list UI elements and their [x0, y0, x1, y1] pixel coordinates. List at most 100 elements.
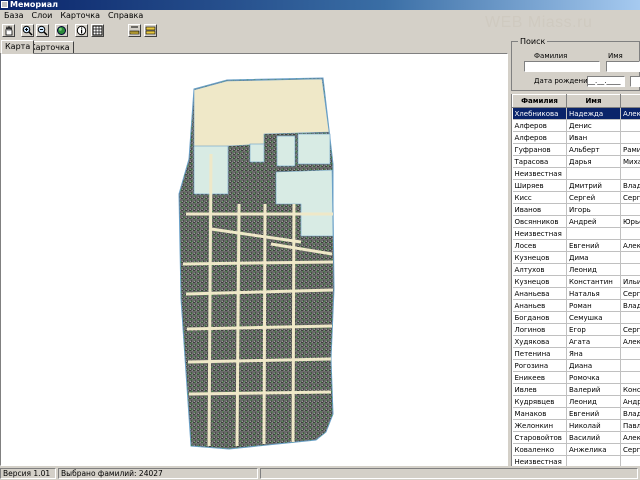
status-selected-count: Выбрано фамилий: 24027	[58, 468, 258, 479]
cell-patronymic	[620, 347, 640, 360]
title-bar: Мемориал	[0, 0, 640, 10]
menu-item-help[interactable]: Справка	[104, 11, 147, 20]
surname-field[interactable]	[524, 61, 600, 72]
table-row[interactable]: Кузнецов Дима	[512, 251, 640, 264]
measure-button[interactable]	[128, 24, 141, 37]
cell-patronymic: Рами	[620, 143, 640, 156]
column-header-surname[interactable]: Фамилия	[512, 94, 567, 108]
cell-patronymic: Алек	[620, 107, 640, 120]
cell-surname: Петенина	[512, 347, 567, 360]
table-row[interactable]: Кудрявцев Леонид Андр	[512, 395, 640, 408]
globe-icon	[57, 26, 66, 35]
table-row[interactable]: Алферов Иван	[512, 131, 640, 144]
column-header-patronymic[interactable]: От	[620, 94, 640, 108]
cell-surname: Кисс	[512, 191, 567, 204]
cell-name: Дарья	[566, 155, 621, 168]
grid-button[interactable]	[91, 24, 104, 37]
cell-name	[566, 455, 621, 466]
cell-patronymic	[620, 167, 640, 180]
table-row[interactable]: Богданов Семушка	[512, 311, 640, 324]
pan-button[interactable]	[2, 24, 15, 37]
cell-surname: Кузнецов	[512, 275, 567, 288]
table-row[interactable]: Лосев Евгений Алек	[512, 239, 640, 252]
window-title: Мемориал	[10, 0, 59, 9]
zoom-in-button[interactable]	[21, 24, 34, 37]
map-pane[interactable]	[0, 53, 508, 466]
table-row[interactable]: Петенина Яна	[512, 347, 640, 360]
birthdate-label: Дата рождения	[534, 77, 592, 85]
cell-surname: Рогозина	[512, 359, 567, 372]
table-row[interactable]: Ивлев Валерий Конс	[512, 383, 640, 396]
cell-patronymic: Алек	[620, 431, 640, 444]
menu-item-base[interactable]: База	[0, 11, 28, 20]
cell-name: Альберт	[566, 143, 621, 156]
cell-name: Агата	[566, 335, 621, 348]
search-group-label: Поиск	[518, 37, 548, 46]
table-row[interactable]: Старовойтов Василий Алек	[512, 431, 640, 444]
cell-name: Денис	[566, 119, 621, 132]
layers-button[interactable]	[144, 24, 157, 37]
table-row[interactable]: Ананьев Роман Влад	[512, 299, 640, 312]
table-row[interactable]: КоваленкоАнжеликаСерге	[512, 443, 640, 456]
cell-name: Леонид	[566, 263, 621, 276]
birthdate-field[interactable]: __.__.____	[587, 76, 625, 87]
birthdate-extra-field[interactable]	[630, 76, 640, 87]
table-row[interactable]: Манаков Евгений Влад	[512, 407, 640, 420]
table-row[interactable]: Алтухов Леонид	[512, 263, 640, 276]
cell-surname: Коваленко	[512, 443, 567, 456]
table-row[interactable]: Неизвестная	[512, 167, 640, 180]
grid-icon	[92, 25, 103, 36]
cell-surname: Неизвестная	[512, 167, 567, 180]
table-row[interactable]: КиссСергейСерге	[512, 191, 640, 204]
cell-name: Евгений	[566, 407, 621, 420]
zoom-out-button[interactable]	[36, 24, 49, 37]
table-row[interactable]: Рогозина Диана	[512, 359, 640, 372]
menu-item-card[interactable]: Карточка	[56, 11, 104, 20]
cell-surname: Желонкин	[512, 419, 567, 432]
results-grid[interactable]: Фамилия Имя От ХлебниковаНадеждаАлекАлфе…	[511, 94, 640, 466]
full-extent-button[interactable]	[55, 24, 68, 37]
table-row[interactable]: Еникеев Ромочка	[512, 371, 640, 384]
table-row[interactable]: Неизвестная	[512, 455, 640, 466]
table-row[interactable]: Худякова Агата Алек	[512, 335, 640, 348]
cell-patronymic: Андр	[620, 395, 640, 408]
cell-patronymic: Серге	[620, 323, 640, 336]
table-row[interactable]: Кузнецов Константин Ильи	[512, 275, 640, 288]
table-row[interactable]: Гуфранов Альберт Рами	[512, 143, 640, 156]
cell-name: Наталья	[566, 287, 621, 300]
table-row[interactable]: Хлебникова Надежда Алек	[512, 107, 640, 120]
table-row[interactable]: Неизвестная	[512, 227, 640, 240]
menu-item-layers[interactable]: Слои	[28, 11, 57, 20]
table-row[interactable]: Ширяев Дмитрий Влад	[512, 179, 640, 192]
table-row[interactable]: АнаньеваНатальяСерге	[512, 287, 640, 300]
cell-surname: Тарасова	[512, 155, 567, 168]
table-row[interactable]: ЛогиновЕгорСерге	[512, 323, 640, 336]
cell-name	[566, 167, 621, 180]
cell-patronymic: Серге	[620, 443, 640, 456]
zone-b	[276, 135, 296, 167]
info-button[interactable]	[75, 24, 88, 37]
cell-name: Андрей	[566, 215, 621, 228]
column-header-name[interactable]: Имя	[566, 94, 621, 108]
table-body: Хлебникова Надежда Алек Алферов Денис Алферов…	[512, 107, 640, 466]
table-row[interactable]: ТарасоваДарьяМиха	[512, 155, 640, 168]
zone-c	[297, 133, 331, 165]
cell-patronymic	[620, 131, 640, 144]
status-empty	[260, 468, 638, 479]
cell-patronymic	[620, 455, 640, 466]
table-row[interactable]: Алферов Денис	[512, 119, 640, 132]
cell-surname: Гуфранов	[512, 143, 567, 156]
table-row[interactable]: ОвсянниковАндрейЮрье	[512, 215, 640, 228]
name-field[interactable]	[606, 61, 640, 72]
cell-patronymic: Миха	[620, 155, 640, 168]
tab-map[interactable]: Карта	[1, 40, 35, 54]
table-row[interactable]: Желонкин Николай Павл	[512, 419, 640, 432]
cell-name: Егор	[566, 323, 621, 336]
cemetery-map[interactable]	[1, 54, 507, 465]
search-group: Поиск Фамилия Имя Дата рождения __.__.__…	[511, 37, 640, 91]
cell-surname: Иванов	[512, 203, 567, 216]
cell-patronymic: Конс	[620, 383, 640, 396]
cell-patronymic	[620, 203, 640, 216]
cell-surname: Кузнецов	[512, 251, 567, 264]
table-row[interactable]: Иванов Игорь	[512, 203, 640, 216]
